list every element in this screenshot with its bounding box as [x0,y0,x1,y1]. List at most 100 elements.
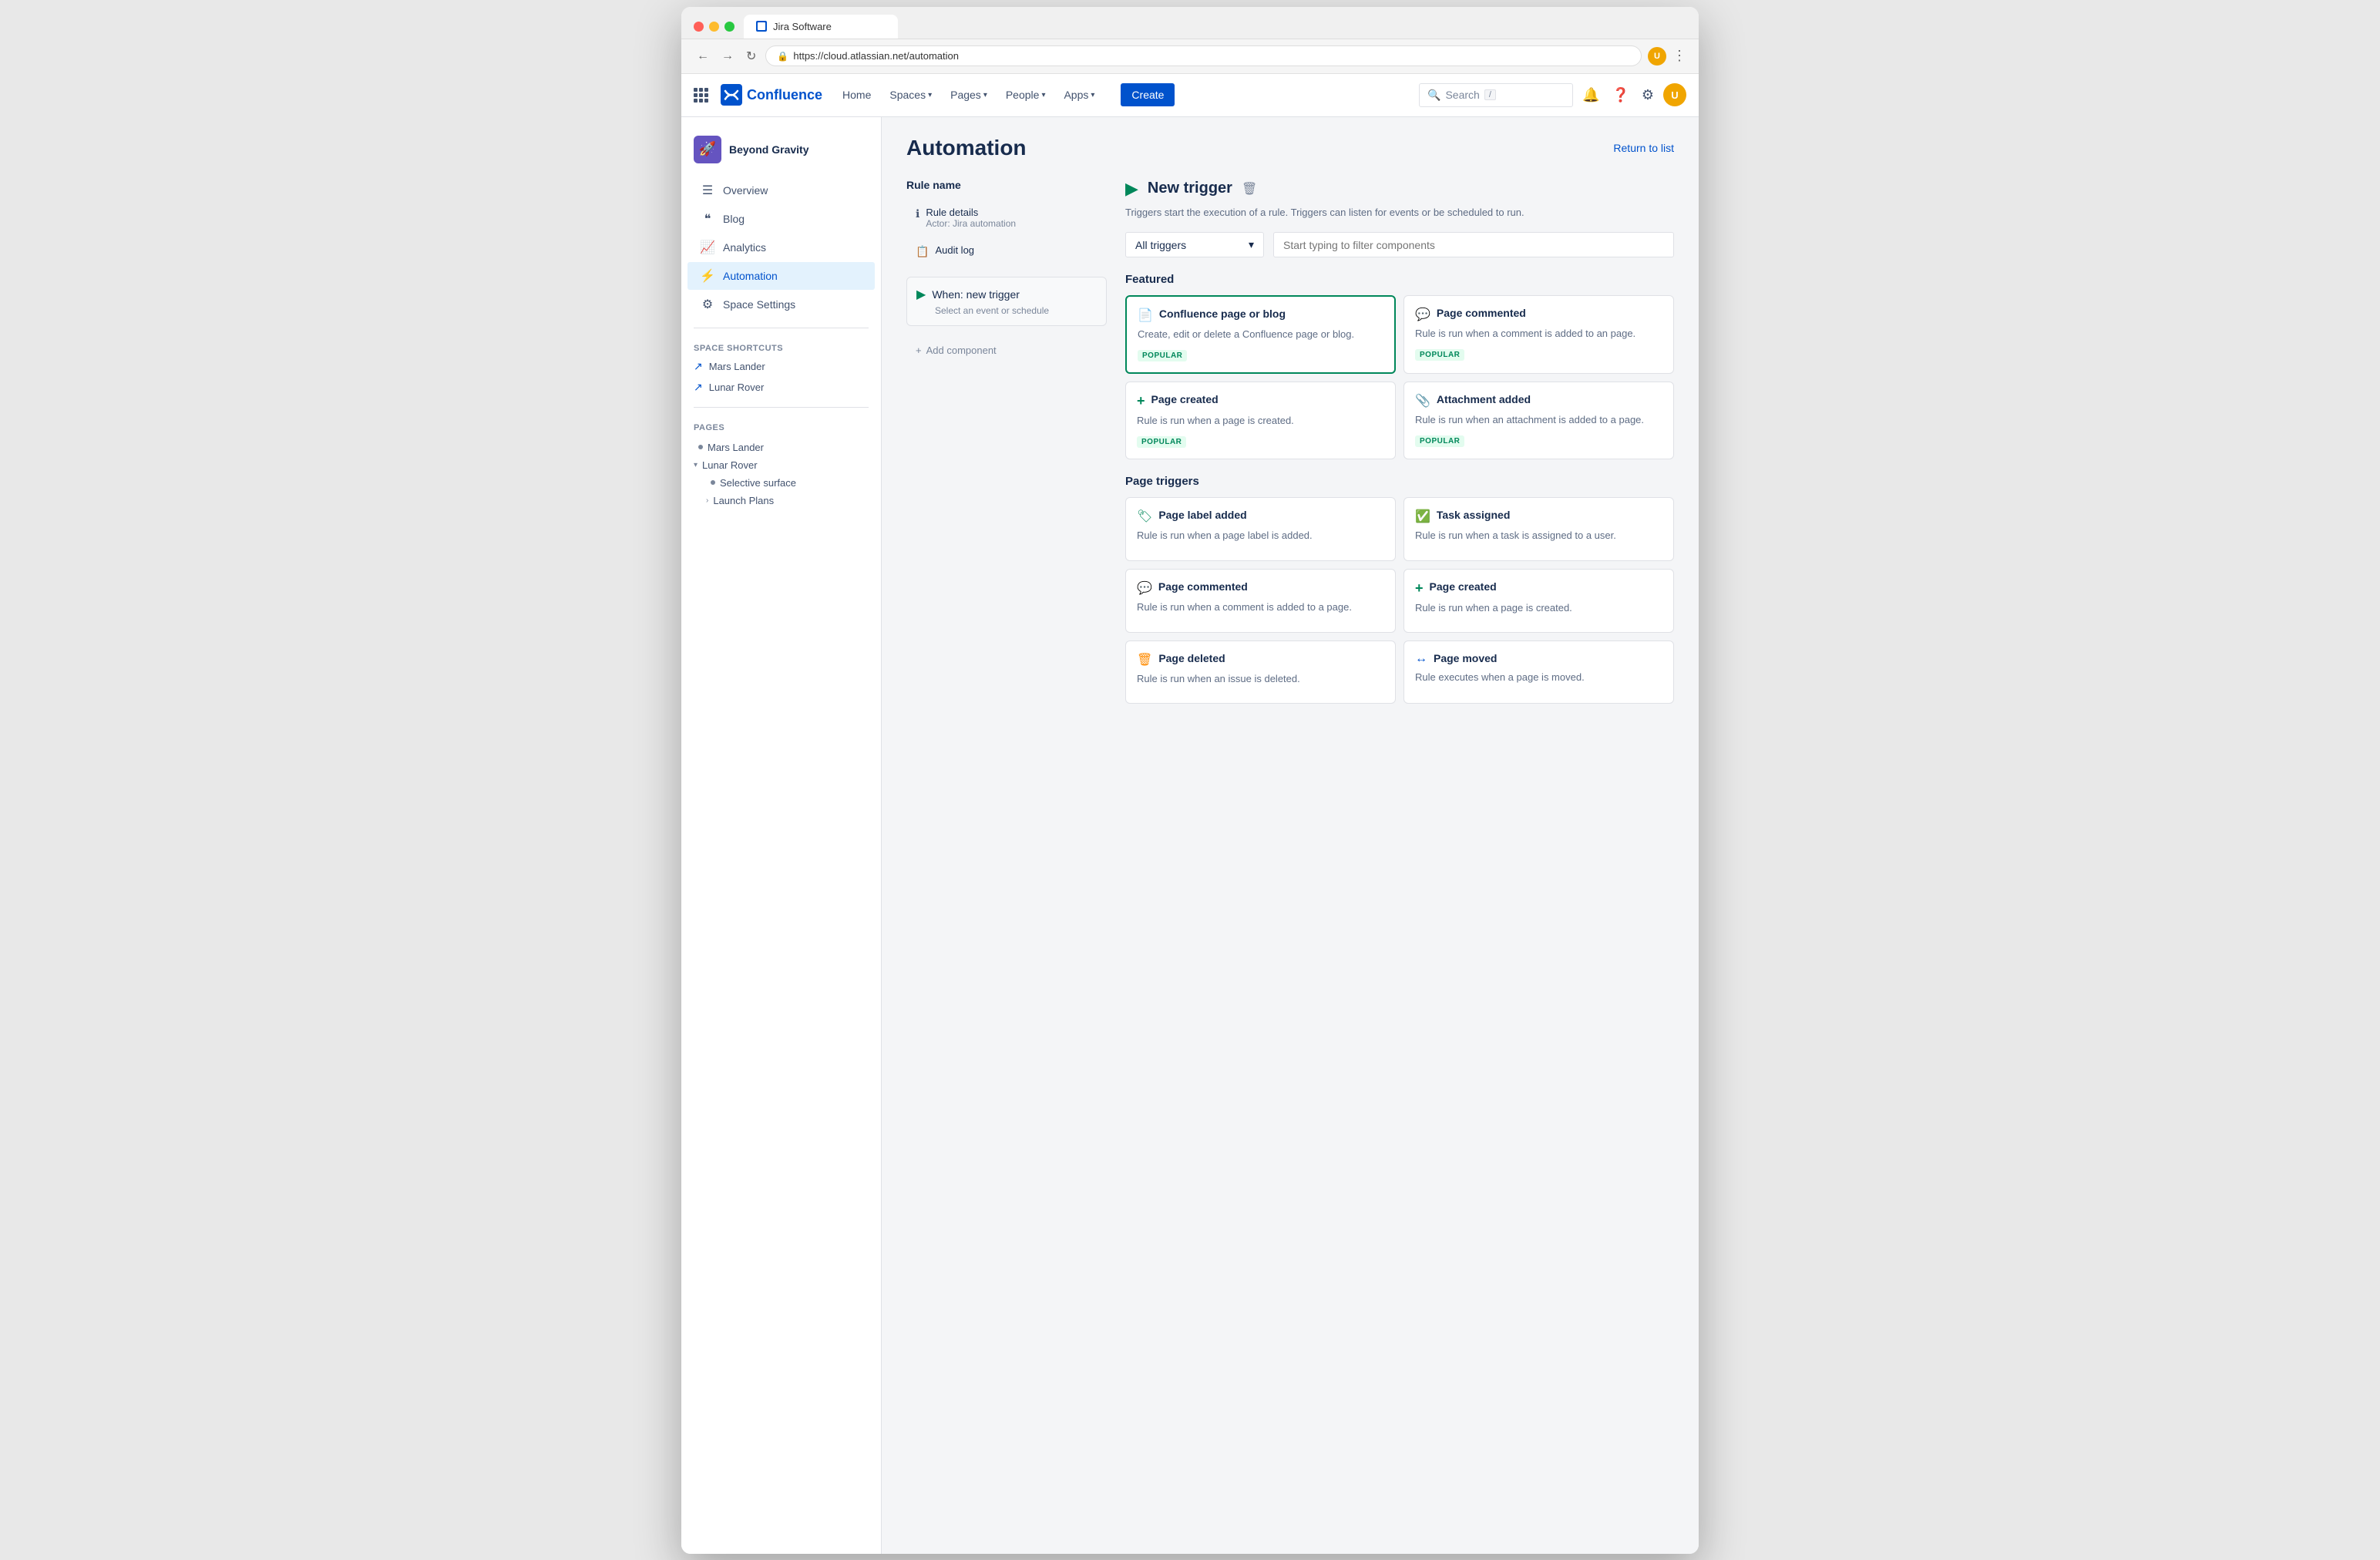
rule-details-title: Rule details [926,207,1016,218]
page-trigger-title-3: Page created [1430,580,1497,593]
filter-dropdown-label: All triggers [1135,239,1186,251]
pages-title: PAGES [681,417,881,435]
sidebar-item-overview[interactable]: ☰ Overview [687,177,875,204]
nav-spaces[interactable]: Spaces ▾ [882,84,940,106]
header-right: 🔍 Search / 🔔 ❓ ⚙ U [1419,83,1686,107]
rule-details-actor: Actor: Jira automation [926,218,1016,229]
main-nav: Home Spaces ▾ Pages ▾ People ▾ Apps ▾ [835,84,1102,106]
audit-icon: 📋 [916,245,929,258]
trigger-filter-dropdown[interactable]: All triggers ▾ [1125,232,1264,257]
confluence-logo[interactable]: Confluence [721,84,822,106]
sidebar-item-space-settings[interactable]: ⚙ Space Settings [687,291,875,318]
page-trigger-card-1[interactable]: ✅ Task assigned Rule is run when a task … [1403,497,1674,560]
close-button[interactable] [694,22,704,32]
audit-log-item[interactable]: 📋 Audit log [906,238,1107,264]
maximize-button[interactable] [724,22,735,32]
space-header[interactable]: 🚀 Beyond Gravity [681,129,881,176]
space-icon: 🚀 [694,136,721,163]
space-shortcuts-title: SPACE SHORTCUTS [681,338,881,356]
page-trigger-title-2: Page commented [1158,580,1248,593]
trigger-header: ▶ When: new trigger [916,287,1097,302]
featured-card-title-0: Confluence page or blog [1159,308,1286,320]
browser-profile-avatar[interactable]: U [1648,47,1666,66]
tab-title: Jira Software [773,21,832,32]
page-item-mars-lander[interactable]: Mars Lander [681,439,881,456]
trigger-description: Triggers start the execution of a rule. … [1125,205,1674,220]
back-button[interactable]: ← [694,46,712,66]
search-box[interactable]: 🔍 Search / [1419,83,1573,107]
page-trigger-desc-4: Rule is run when an issue is deleted. [1137,672,1384,686]
featured-card-title-1: Page commented [1437,307,1526,319]
caret-icon-lunar: ▾ [694,461,698,469]
sidebar-item-automation[interactable]: ⚡ Automation [687,262,875,290]
page-commented-icon-1: 💬 [1415,307,1430,322]
featured-heading: Featured [1125,273,1674,286]
nav-pages[interactable]: Pages ▾ [943,84,995,106]
rule-details-item[interactable]: ℹ Rule details Actor: Jira automation [906,200,1107,235]
page-created-icon-2: + [1415,580,1424,597]
page-label-launch-plans: Launch Plans [713,495,774,506]
nav-people[interactable]: People ▾ [998,84,1054,106]
page-trigger-title-5: Page moved [1434,652,1497,664]
nav-apps[interactable]: Apps ▾ [1056,84,1102,106]
search-shortcut: / [1484,89,1496,100]
filter-components-input[interactable] [1273,232,1674,257]
page-trigger-card-2[interactable]: 💬 Page commented Rule is run when a comm… [1125,569,1396,633]
info-icon: ℹ [916,207,919,220]
sidebar-item-analytics[interactable]: 📈 Analytics [687,234,875,261]
browser-tab[interactable]: Jira Software [744,15,898,39]
address-bar[interactable]: 🔒 https://cloud.atlassian.net/automation [765,45,1642,66]
shortcut-mars-lander[interactable]: ↗ Mars Lander [681,356,881,377]
sidebar-divider-2 [694,407,869,408]
page-item-lunar-rover[interactable]: ▾ Lunar Rover [681,456,881,474]
notifications-icon[interactable]: 🔔 [1579,84,1602,106]
bullet-icon-2 [711,480,715,485]
sidebar-item-label-analytics: Analytics [723,241,766,254]
sidebar-nav: ☰ Overview ❝ Blog 📈 Analytics ⚡ Automati… [681,177,881,318]
add-icon: + [916,345,922,356]
caret-icon-launch: › [706,496,708,505]
settings-icon[interactable]: ⚙ [1639,84,1657,106]
featured-card-3[interactable]: 📎 Attachment added Rule is run when an a… [1403,382,1674,459]
nav-home[interactable]: Home [835,84,879,106]
featured-cards-grid: 📄 Confluence page or blog Create, edit o… [1125,295,1674,459]
page-trigger-title-0: Page label added [1158,509,1246,521]
app-switcher-button[interactable] [694,88,708,103]
page-item-launch-plans[interactable]: › Launch Plans [681,492,881,509]
shortcut-lunar-rover[interactable]: ↗ Lunar Rover [681,377,881,398]
page-item-selective-surface[interactable]: Selective surface [681,474,881,492]
delete-trigger-icon[interactable]: 🗑 [1242,181,1257,197]
browser-menu-button[interactable]: ⋮ [1672,48,1686,64]
confluence-logo-text: Confluence [747,87,822,103]
help-icon[interactable]: ❓ [1609,84,1632,106]
space-settings-icon: ⚙ [700,297,715,312]
featured-card-desc-0: Create, edit or delete a Confluence page… [1138,328,1383,341]
page-trigger-card-4[interactable]: 🗑 Page deleted Rule is run when an issue… [1125,640,1396,704]
rule-name-section: Rule name ℹ Rule details Actor: Jira aut… [906,179,1107,264]
user-avatar[interactable]: U [1663,83,1686,106]
app-header: Confluence Home Spaces ▾ Pages ▾ People … [681,74,1699,117]
automation-body: Rule name ℹ Rule details Actor: Jira aut… [906,179,1674,704]
external-link-icon-2: ↗ [694,381,703,394]
dropdown-caret-icon: ▾ [1249,238,1254,251]
bullet-icon-1 [698,445,703,449]
page-trigger-card-5[interactable]: ↔ Page moved Rule executes when a page i… [1403,640,1674,704]
trigger-card[interactable]: ▶ When: new trigger Select an event or s… [906,277,1107,326]
page-trigger-card-3[interactable]: + Page created Rule is run when a page i… [1403,569,1674,633]
featured-card-0[interactable]: 📄 Confluence page or blog Create, edit o… [1125,295,1396,374]
task-assigned-icon: ✅ [1415,509,1430,524]
return-to-list-link[interactable]: Return to list [1613,142,1674,154]
forward-button[interactable]: → [718,46,737,66]
trigger-card-title: When: new trigger [932,288,1020,301]
sidebar-item-blog[interactable]: ❝ Blog [687,205,875,233]
create-button[interactable]: Create [1121,83,1175,106]
refresh-button[interactable]: ↻ [743,45,759,67]
featured-card-2[interactable]: + Page created Rule is run when a page i… [1125,382,1396,459]
featured-card-desc-1: Rule is run when a comment is added to a… [1415,327,1662,341]
featured-card-1[interactable]: 💬 Page commented Rule is run when a comm… [1403,295,1674,374]
space-name: Beyond Gravity [729,143,808,156]
page-created-icon-1: + [1137,393,1145,409]
add-component-button[interactable]: + Add component [906,338,1107,362]
minimize-button[interactable] [709,22,719,32]
page-trigger-card-0[interactable]: 🏷 Page label added Rule is run when a pa… [1125,497,1396,560]
